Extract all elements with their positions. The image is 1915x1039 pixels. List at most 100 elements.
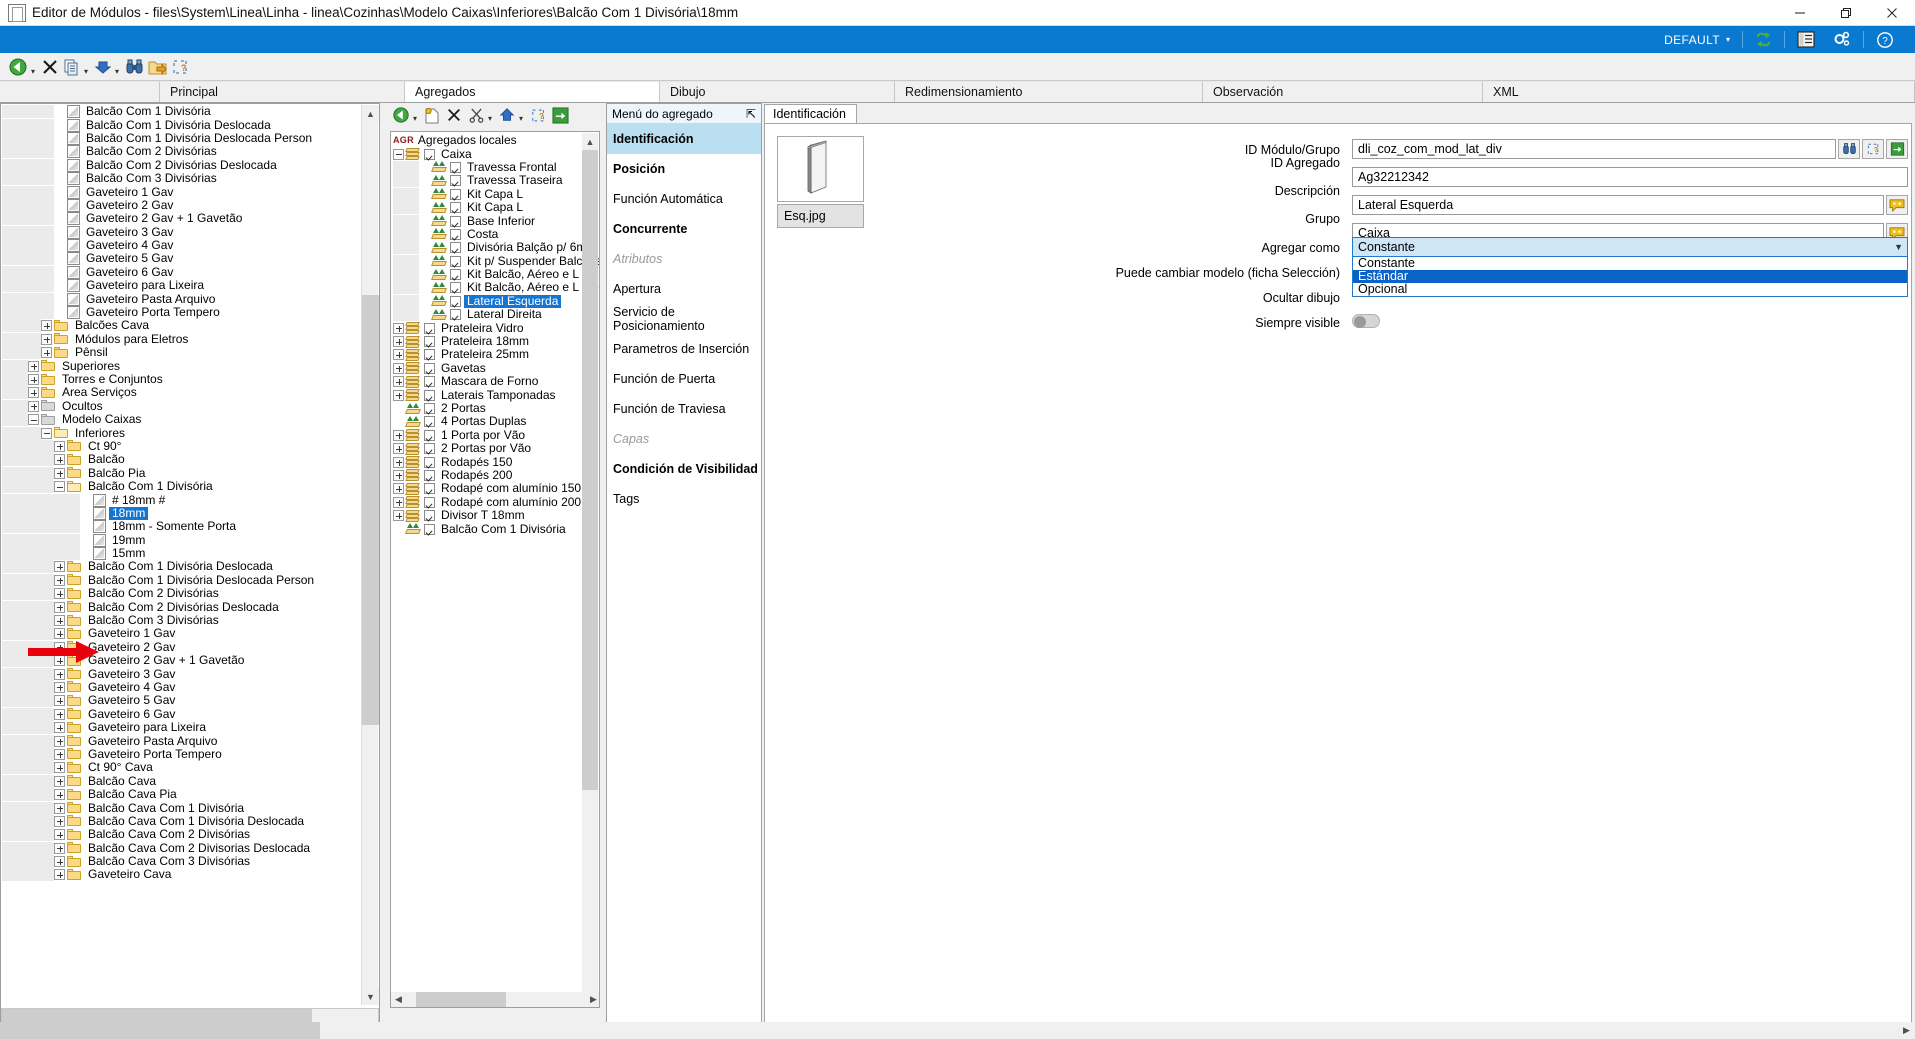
menu-item-apertura[interactable]: Apertura — [607, 274, 761, 304]
aggregate-checkbox[interactable] — [424, 322, 435, 334]
aggregate-checkbox[interactable] — [450, 175, 461, 187]
aggregate-item[interactable]: Balcão Com 1 Divisória — [393, 522, 583, 535]
tree-item[interactable]: Balcão Cava Com 1 Divisória — [2, 801, 360, 815]
aggregate-item[interactable]: Kit Capa L — [393, 201, 583, 215]
tree-item[interactable]: Superiores — [2, 359, 360, 373]
tree-item[interactable]: Torres e Conjuntos — [2, 373, 360, 386]
tree-item[interactable]: Ocultos — [2, 399, 360, 413]
tree-item[interactable]: Balcões Cava — [2, 319, 360, 333]
aggregate-checkbox[interactable] — [424, 483, 435, 495]
aggregate-item[interactable]: 1 Porta por Vão — [393, 428, 583, 442]
tree-item[interactable]: Gaveteiro 6 Gav — [2, 707, 360, 721]
window-scroll-right-icon[interactable]: ▶ — [1898, 1022, 1915, 1039]
tree-expander[interactable] — [54, 869, 65, 881]
tree-expander[interactable] — [54, 561, 65, 573]
aggregate-checkbox[interactable] — [450, 228, 461, 240]
tree-item[interactable]: Balcão Com 1 Divisória — [2, 480, 360, 494]
tree-expander[interactable] — [393, 362, 404, 374]
copy-dropdown-caret[interactable]: ▾ — [83, 67, 92, 76]
agg-up-arrow-icon[interactable] — [496, 103, 518, 127]
tree-item[interactable]: Area Serviços — [2, 386, 360, 400]
aggregate-checkbox[interactable] — [450, 161, 461, 173]
agg-delete-icon[interactable] — [443, 103, 465, 127]
agg-go-icon[interactable] — [549, 103, 571, 127]
aggregate-checkbox[interactable] — [450, 242, 461, 254]
tree-expander[interactable] — [28, 414, 39, 426]
tree-expander[interactable] — [54, 789, 65, 801]
tab-agregados[interactable]: Agregados — [405, 81, 660, 102]
menu-item-tags[interactable]: Tags — [607, 484, 761, 514]
aggregate-checkbox[interactable] — [424, 510, 435, 522]
query-help-button[interactable]: ? — [1862, 139, 1884, 159]
tab-redimensionamiento[interactable]: Redimensionamiento — [895, 81, 1203, 102]
agg-back-caret[interactable]: ▾ — [412, 114, 421, 123]
aggregate-checkbox[interactable] — [450, 202, 461, 214]
descripcion-input[interactable]: Lateral Esquerda — [1352, 195, 1884, 215]
tree-item[interactable]: Balcão Com 3 Divisórias — [2, 614, 360, 628]
menu-item-servicio-de-posicionamiento[interactable]: Servicio de Posicionamiento — [607, 304, 761, 334]
agg-scroll-left-icon[interactable]: ◀ — [391, 992, 406, 1007]
tree-item[interactable]: Gaveteiro 5 Gav — [2, 252, 360, 266]
tree-expander[interactable] — [54, 681, 65, 693]
agregar-como-combobox[interactable]: Constante ▼ — [1352, 237, 1908, 257]
menu-item-identificaci-n[interactable]: Identificación — [607, 124, 761, 154]
tree-item[interactable]: 15mm — [2, 547, 360, 561]
gears-icon[interactable] — [1824, 26, 1860, 53]
menu-item-concurrente[interactable]: Concurrente — [607, 214, 761, 244]
refresh-icon[interactable] — [1746, 26, 1781, 53]
tree-expander[interactable] — [393, 429, 404, 441]
tree-item[interactable]: Inferiores — [2, 426, 360, 440]
aggregate-checkbox[interactable] — [424, 416, 435, 428]
aggregate-item[interactable]: 2 Portas — [393, 402, 583, 415]
aggregate-item[interactable]: Rodapé com alumínio 200 — [393, 495, 583, 509]
tree-expander[interactable] — [54, 802, 65, 814]
aggregate-item[interactable]: Caixa — [393, 147, 583, 161]
tree-expander[interactable] — [54, 856, 65, 868]
tree-expander[interactable] — [54, 628, 65, 640]
tree-item[interactable]: Balcão — [2, 453, 360, 467]
tree-expander[interactable] — [393, 336, 404, 348]
tree-item[interactable]: Gaveteiro Porta Tempero — [2, 747, 360, 761]
window-hscrollbar[interactable]: ▶ — [0, 1022, 1915, 1039]
aggregates-vscrollbar[interactable]: ▲ ▼ — [582, 133, 598, 1007]
tree-expander[interactable] — [393, 148, 404, 160]
tree-item[interactable]: Balcão Cava Com 3 Divisórias — [2, 855, 360, 869]
tab-principal[interactable]: Principal — [160, 81, 405, 102]
aggregate-item[interactable]: Divisória Balção p/ 6mm — [393, 241, 596, 255]
dropdown-option-estandar[interactable]: Estándar — [1353, 270, 1907, 283]
tree-expander[interactable] — [393, 443, 404, 455]
tree-expander[interactable] — [41, 320, 52, 332]
tree-item[interactable]: 18mm - Somente Porta — [2, 520, 360, 534]
aggregate-item[interactable]: Lateral Direita — [393, 308, 583, 322]
menu-item-posici-n[interactable]: Posición — [607, 154, 761, 184]
module-tree[interactable]: Balcão Com 1 Divisória Balcão Com 1 Divis… — [2, 105, 360, 1005]
agg-new-icon[interactable] — [421, 103, 443, 127]
aggregate-item[interactable]: Mascara de Forno — [393, 375, 583, 388]
tree-item[interactable]: 18mm — [2, 506, 360, 520]
tree-item[interactable]: Balcão Cava Com 1 Divisória Deslocada — [2, 814, 360, 828]
tree-expander[interactable] — [54, 748, 65, 760]
aggregates-tree[interactable]: AGR Agregados locales Caixa Travessa Fronta… — [390, 131, 600, 1008]
chevron-down-icon[interactable]: ▼ — [1894, 242, 1903, 252]
agg-up-caret[interactable]: ▾ — [518, 114, 527, 123]
tree-item[interactable]: Balcão Com 2 Divisórias Deslocada — [2, 600, 360, 614]
tree-item[interactable]: Gaveteiro para Lixeira — [2, 279, 360, 293]
tree-expander[interactable] — [54, 588, 65, 600]
tree-item[interactable]: Ct 90° Cava — [2, 761, 360, 775]
aggregates-hscrollbar[interactable]: ◀ ▶ — [391, 992, 599, 1007]
tree-item[interactable]: Balcão Com 1 Divisória Deslocada Person — [2, 131, 360, 145]
aggregate-item[interactable]: Rodapés 150 — [393, 455, 583, 469]
agg-cut-caret[interactable]: ▾ — [487, 114, 496, 123]
tree-item[interactable]: # 18mm # — [2, 493, 360, 507]
tab-xml[interactable]: XML — [1483, 81, 1915, 102]
tree-item[interactable]: Balcão Com 1 Divisória Deslocada Person — [2, 573, 360, 587]
tree-expander[interactable] — [54, 601, 65, 613]
aggregate-checkbox[interactable] — [424, 496, 435, 508]
aggregate-item[interactable]: Kit Capa L — [393, 187, 583, 201]
scroll-up-arrow-icon[interactable]: ▲ — [362, 105, 379, 122]
aggregate-checkbox[interactable] — [424, 523, 435, 535]
tree-item[interactable]: Gaveteiro 3 Gav — [2, 667, 360, 681]
agg-vscroll-thumb[interactable] — [582, 150, 598, 790]
tree-expander[interactable] — [41, 333, 52, 345]
tree-item[interactable]: Ct 90° — [2, 439, 360, 453]
